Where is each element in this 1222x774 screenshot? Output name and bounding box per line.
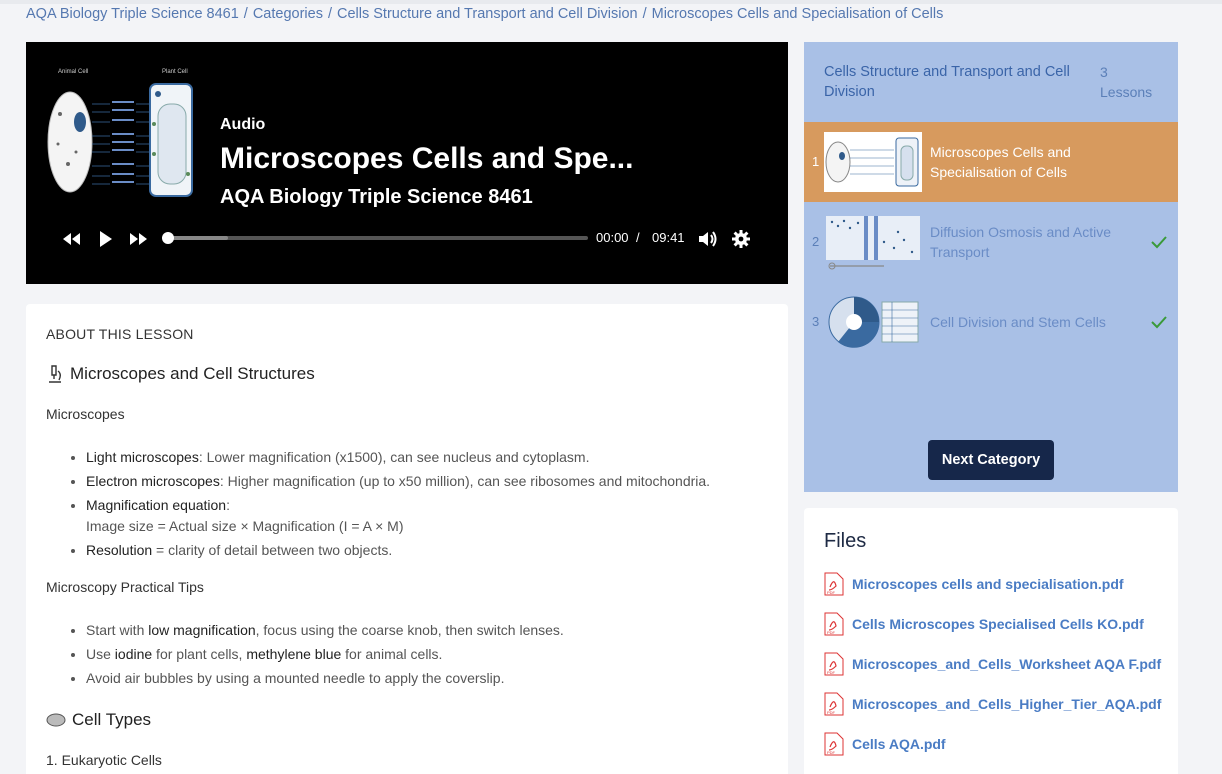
lesson-thumbnail [824,132,922,192]
seek-handle[interactable] [162,232,174,244]
buffer-indicator [168,236,228,240]
lesson-title: Microscopes Cells and Specialisation of … [930,144,1071,180]
tips-heading: Microscopy Practical Tips [46,579,204,595]
media-type-label: Audio [220,116,266,133]
microscopes-heading: Microscopes [46,406,125,422]
list-item: Magnification equation:Image size = Actu… [86,496,710,535]
pdf-file-icon: PDF [824,612,844,636]
cell-icon [46,713,66,727]
file-link[interactable]: PDF Microscopes_and_Cells_Worksheet AQA … [824,652,1161,676]
list-item: Electron microscopes: Higher magnificati… [86,472,710,490]
breadcrumb-item-categories[interactable]: Categories [253,6,323,22]
svg-text:PDF: PDF [827,750,836,755]
pdf-file-icon: PDF [824,652,844,676]
lesson-number: 1 [812,154,820,169]
list-item: Avoid air bubbles by using a mounted nee… [86,669,564,687]
about-heading: ABOUT THIS LESSON [46,326,194,342]
microscopes-list: Light microscopes: Lower magnification (… [86,448,710,565]
lesson-title: Cell Division and Stem Cells [930,314,1106,330]
volume-icon[interactable] [696,228,718,250]
lesson-item-3[interactable]: 3 Cell Division and Stem Cells [804,282,1178,362]
pdf-file-icon: PDF [824,692,844,716]
files-card: Files PDF Microscopes cells and speciali… [804,508,1178,774]
audio-player: Animal Cell Plant Cell Audio Microscopes… [26,42,788,284]
rewind-icon[interactable] [60,228,82,250]
list-item: Use iodine for plant cells, methylene bl… [86,645,564,663]
svg-text:PDF: PDF [827,590,836,595]
fast-forward-icon[interactable] [128,228,150,250]
pdf-file-icon: PDF [824,732,844,756]
lesson-count: 3 Lessons [1100,64,1153,100]
lesson-item-2[interactable]: 2 Diffusion Osmosis and Active Transport [804,202,1178,282]
section-title-cell-types: Cell Types [46,710,151,730]
breadcrumb-item-current: Microscopes Cells and Specialisation of … [651,6,944,22]
file-link[interactable]: PDF Cells Microscopes Specialised Cells … [824,612,1144,636]
top-border [0,0,1222,4]
breadcrumb: AQA Biology Triple Science 8461/Categori… [26,6,944,22]
files-heading: Files [824,530,867,552]
cell-diagram-thumbnail: Animal Cell Plant Cell [47,69,193,197]
list-item: Resolution = clarity of detail between t… [86,541,710,559]
pdf-file-icon: PDF [824,572,844,596]
file-link[interactable]: PDF Microscopes cells and specialisation… [824,572,1124,596]
lesson-title: Diffusion Osmosis and Active Transport [930,224,1112,260]
completed-check-icon [1151,316,1167,329]
file-link[interactable]: PDF Microscopes_and_Cells_Higher_Tier_AQ… [824,692,1161,716]
list-item: Start with low magnification, focus usin… [86,621,564,639]
play-icon[interactable] [94,228,116,250]
current-time: 00:00 [596,230,629,245]
thumb-label-plant: Plant Cell [162,69,188,75]
breadcrumb-item-course[interactable]: AQA Biology Triple Science 8461 [26,6,239,22]
microscope-icon [49,365,61,383]
time-separator: / [636,230,640,245]
svg-text:PDF: PDF [827,670,836,675]
duration: 09:41 [652,230,685,245]
seek-bar[interactable] [162,232,588,244]
lesson-number: 3 [812,314,820,329]
thumb-label-animal: Animal Cell [58,69,88,75]
eukaryotic-heading: 1. Eukaryotic Cells [46,752,162,768]
svg-text:PDF: PDF [827,710,836,715]
lesson-item-1[interactable]: 1 Microscopes Cells and Specialisation o… [804,122,1178,202]
svg-text:PDF: PDF [827,630,836,635]
completed-check-icon [1151,236,1167,249]
audio-title: Microscopes Cells and Spe... [220,142,634,175]
tips-list: Start with low magnification, focus usin… [86,621,564,693]
lesson-thumbnail [826,216,920,270]
settings-gear-icon[interactable] [730,228,752,250]
lessons-panel: Cells Structure and Transport and Cell D… [804,42,1178,492]
file-link[interactable]: PDF Cells AQA.pdf [824,732,946,756]
breadcrumb-item-category[interactable]: Cells Structure and Transport and Cell D… [337,6,638,22]
about-lesson-card: ABOUT THIS LESSON Microscopes and Cell S… [26,304,788,774]
category-title[interactable]: Cells Structure and Transport and Cell D… [824,62,1084,102]
list-item: Light microscopes: Lower magnification (… [86,448,710,466]
audio-subtitle: AQA Biology Triple Science 8461 [220,186,533,208]
lesson-number: 2 [812,234,820,249]
next-category-button[interactable]: Next Category [928,440,1054,480]
section-title-microscopes: Microscopes and Cell Structures [46,364,315,384]
lesson-thumbnail [828,296,919,348]
